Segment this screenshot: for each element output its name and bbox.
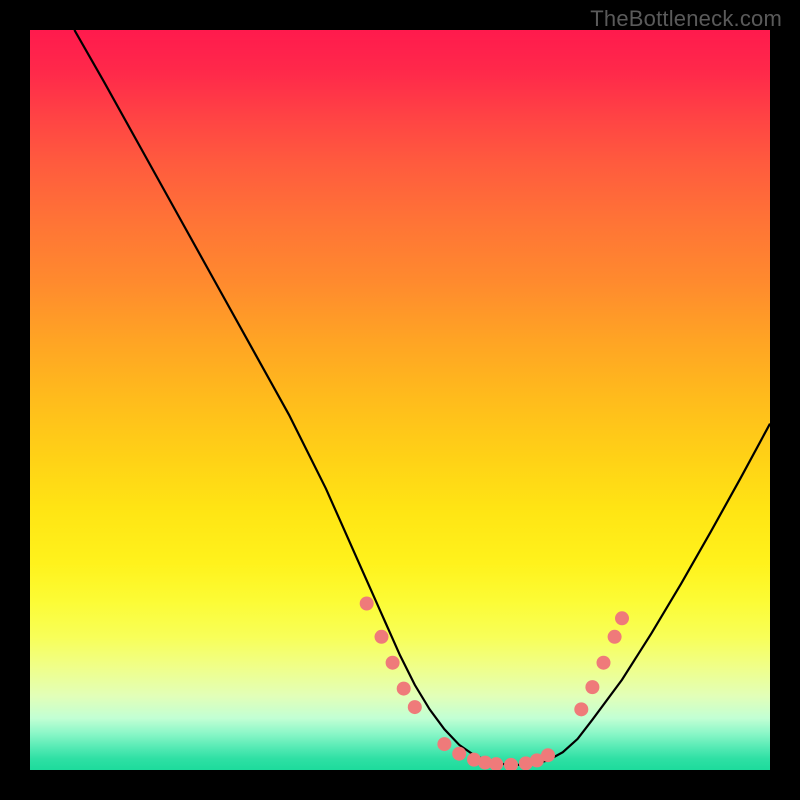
data-marker [408, 700, 422, 714]
data-marker [615, 611, 629, 625]
marker-group [360, 597, 629, 771]
data-marker [585, 680, 599, 694]
data-marker [360, 597, 374, 611]
bottleneck-curve [74, 30, 770, 765]
data-marker [489, 757, 503, 770]
data-marker [504, 758, 518, 770]
data-marker [608, 630, 622, 644]
chart-svg [30, 30, 770, 770]
data-marker [397, 682, 411, 696]
plot-area [30, 30, 770, 770]
watermark-text: TheBottleneck.com [590, 6, 782, 32]
data-marker [386, 656, 400, 670]
data-marker [452, 747, 466, 761]
data-marker [437, 737, 451, 751]
data-marker [375, 630, 389, 644]
data-marker [597, 656, 611, 670]
data-marker [574, 702, 588, 716]
data-marker [541, 748, 555, 762]
